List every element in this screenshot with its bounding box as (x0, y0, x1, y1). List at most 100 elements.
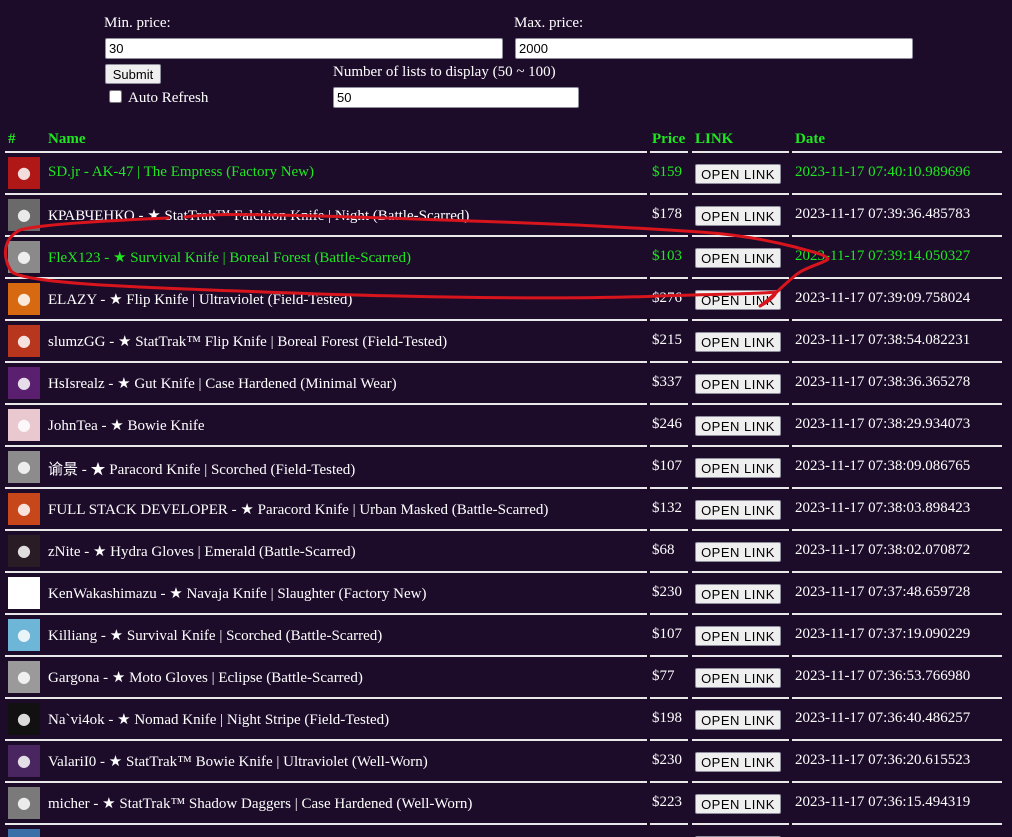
table-row: ● Killiang - ★ Survival Knife | Scorched … (0, 615, 1012, 657)
open-link-button[interactable]: OPEN LINK (695, 500, 781, 520)
listing-name: FULL STACK DEVELOPER - ★ Paracord Knife … (48, 502, 549, 518)
submit-button[interactable]: Submit (105, 64, 161, 84)
avatar-glyph: ● (17, 499, 31, 518)
listing-name: Na`vi4ok - ★ Nomad Knife | Night Stripe … (48, 712, 390, 728)
character-avatar-icon: ● (8, 325, 40, 357)
listing-price: $68 (652, 542, 675, 558)
listing-price: $132 (652, 500, 682, 516)
listing-date: 2023-11-17 07:37:19.090229 (795, 626, 971, 642)
listing-price: $103 (652, 248, 682, 264)
filter-form: Min. price: Max. price: Submit Number of… (0, 0, 1012, 125)
avatar-glyph: ● (17, 541, 31, 560)
table-row: ● slumzGG - ★ StatTrak™ Flip Knife | Bore… (0, 321, 1012, 363)
avatar-glyph: ● (17, 709, 31, 728)
lists-count-input[interactable] (333, 87, 579, 108)
navi-logo-avatar-icon: ● (8, 703, 40, 735)
avatar-glyph: ● (17, 331, 31, 350)
table-row: ● ELAZY - ★ Flip Knife | Ultraviolet (Fie… (0, 279, 1012, 321)
table-row: ● Na`vi4ok - ★ Nomad Knife | Night Stripe… (0, 699, 1012, 741)
100-logo-avatar-icon: ● (8, 577, 40, 609)
avatar-glyph: ● (17, 751, 31, 770)
open-link-button[interactable]: OPEN LINK (695, 668, 781, 688)
open-link-button[interactable]: OPEN LINK (695, 710, 781, 730)
avatar-glyph: ● (17, 205, 31, 224)
max-price-input[interactable] (515, 38, 913, 59)
listing-price: $107 (652, 626, 682, 642)
cartoon-avatar-icon: ● (8, 619, 40, 651)
open-link-button[interactable]: OPEN LINK (695, 584, 781, 604)
cat-avatar-icon: ● (8, 451, 40, 483)
purple-avatar-icon: ● (8, 367, 40, 399)
avatar-glyph: ● (17, 625, 31, 644)
open-link-button[interactable]: OPEN LINK (695, 332, 781, 352)
table-row: ● JohnTea - ★ Bowie Knife $246 OPEN LINK 202… (0, 405, 1012, 447)
listing-date: 2023-11-17 07:36:15.494319 (795, 794, 971, 810)
min-price-label: Min. price: (104, 15, 171, 31)
listing-name: KenWakashimazu - ★ Navaja Knife | Slaugh… (48, 586, 427, 602)
listing-date: 2023-11-17 07:38:03.898423 (795, 500, 971, 516)
open-link-button[interactable]: OPEN LINK (695, 458, 781, 478)
header-name: Name (48, 131, 86, 147)
min-price-input[interactable] (105, 38, 503, 59)
auto-refresh-label: Auto Refresh (128, 90, 209, 106)
avatar-glyph: ● (17, 583, 31, 602)
listing-date: 2023-11-17 07:39:36.485783 (795, 206, 971, 222)
listing-name: ELAZY - ★ Flip Knife | Ultraviolet (Fiel… (48, 292, 353, 308)
open-link-button[interactable]: OPEN LINK (695, 626, 781, 646)
listing-date: 2023-11-17 07:39:14.050327 (795, 248, 971, 264)
listing-price: $230 (652, 584, 682, 600)
listing-name: КРАВЧЕНКО - ★ StatTrak™ Falchion Knife |… (48, 208, 470, 224)
avatar-glyph: ● (17, 415, 31, 434)
listing-price: $223 (652, 794, 682, 810)
avatar-glyph: ● (17, 667, 31, 686)
avatar-glyph: ● (17, 289, 31, 308)
listing-date: 2023-11-17 07:37:48.659728 (795, 584, 971, 600)
open-link-button[interactable]: OPEN LINK (695, 752, 781, 772)
listing-date: 2023-11-17 07:38:02.070872 (795, 542, 971, 558)
listing-table-body: ● SD.jr - AK-47 | The Empress (Factory Ne… (0, 153, 1012, 837)
grey-figure-avatar-icon: ● (8, 199, 40, 231)
listing-name: SD.jr - AK-47 | The Empress (Factory New… (48, 164, 315, 180)
open-link-button[interactable]: OPEN LINK (695, 248, 781, 268)
auto-refresh-checkbox[interactable] (109, 90, 122, 103)
open-link-button[interactable]: OPEN LINK (695, 164, 781, 184)
fire-avatar-icon: ● (8, 493, 40, 525)
listing-name: Gargona - ★ Moto Gloves | Eclipse (Battl… (48, 670, 363, 686)
listing-date: 2023-11-17 07:39:09.758024 (795, 290, 971, 306)
open-link-button[interactable]: OPEN LINK (695, 206, 781, 226)
listing-price: $276 (652, 290, 682, 306)
lists-count-label: Number of lists to display (50 ~ 100) (333, 64, 556, 80)
dark-portrait-avatar-icon: ● (8, 787, 40, 819)
listing-date: 2023-11-17 07:38:29.934073 (795, 416, 971, 432)
listing-price: $246 (652, 416, 682, 432)
listing-price: $159 (652, 164, 682, 180)
open-link-button[interactable]: OPEN LINK (695, 416, 781, 436)
bird-avatar-icon: ● (8, 157, 40, 189)
listing-price: $77 (652, 668, 675, 684)
table-row: ●OPEN LINK (0, 825, 1012, 837)
open-link-button[interactable]: OPEN LINK (695, 794, 781, 814)
open-link-button[interactable]: OPEN LINK (695, 542, 781, 562)
table-row: ● КРАВЧЕНКО - ★ StatTrak™ Falchion Knife … (0, 195, 1012, 237)
listing-name: zNite - ★ Hydra Gloves | Emerald (Battle… (48, 544, 356, 560)
sketch-avatar-icon: ● (8, 661, 40, 693)
open-link-button[interactable]: OPEN LINK (695, 374, 781, 394)
listing-name: ValariI0 - ★ StatTrak™ Bowie Knife | Ult… (48, 754, 428, 770)
table-row: ● SD.jr - AK-47 | The Empress (Factory Ne… (0, 153, 1012, 195)
table-row: ● zNite - ★ Hydra Gloves | Emerald (Battl… (0, 531, 1012, 573)
avatar-glyph: ● (17, 247, 31, 266)
orange-face-avatar-icon: ● (8, 283, 40, 315)
listing-date: 2023-11-17 07:38:54.082231 (795, 332, 971, 348)
listing-name: slumzGG - ★ StatTrak™ Flip Knife | Borea… (48, 334, 448, 350)
table-row: ● micher - ★ StatTrak™ Shadow Daggers | C… (0, 783, 1012, 825)
avatar-glyph: ● (17, 373, 31, 392)
header-link: LINK (695, 131, 734, 147)
header-number: # (8, 131, 16, 147)
listing-price: $178 (652, 206, 682, 222)
table-row: ● FULL STACK DEVELOPER - ★ Paracord Knife… (0, 489, 1012, 531)
open-link-button[interactable]: OPEN LINK (695, 290, 781, 310)
table-row: ● 谕景 - ★ Paracord Knife | Scorched (Field… (0, 447, 1012, 489)
listing-price: $215 (652, 332, 682, 348)
listing-date: 2023-11-17 07:40:10.989696 (795, 164, 971, 180)
listing-price: $337 (652, 374, 682, 390)
